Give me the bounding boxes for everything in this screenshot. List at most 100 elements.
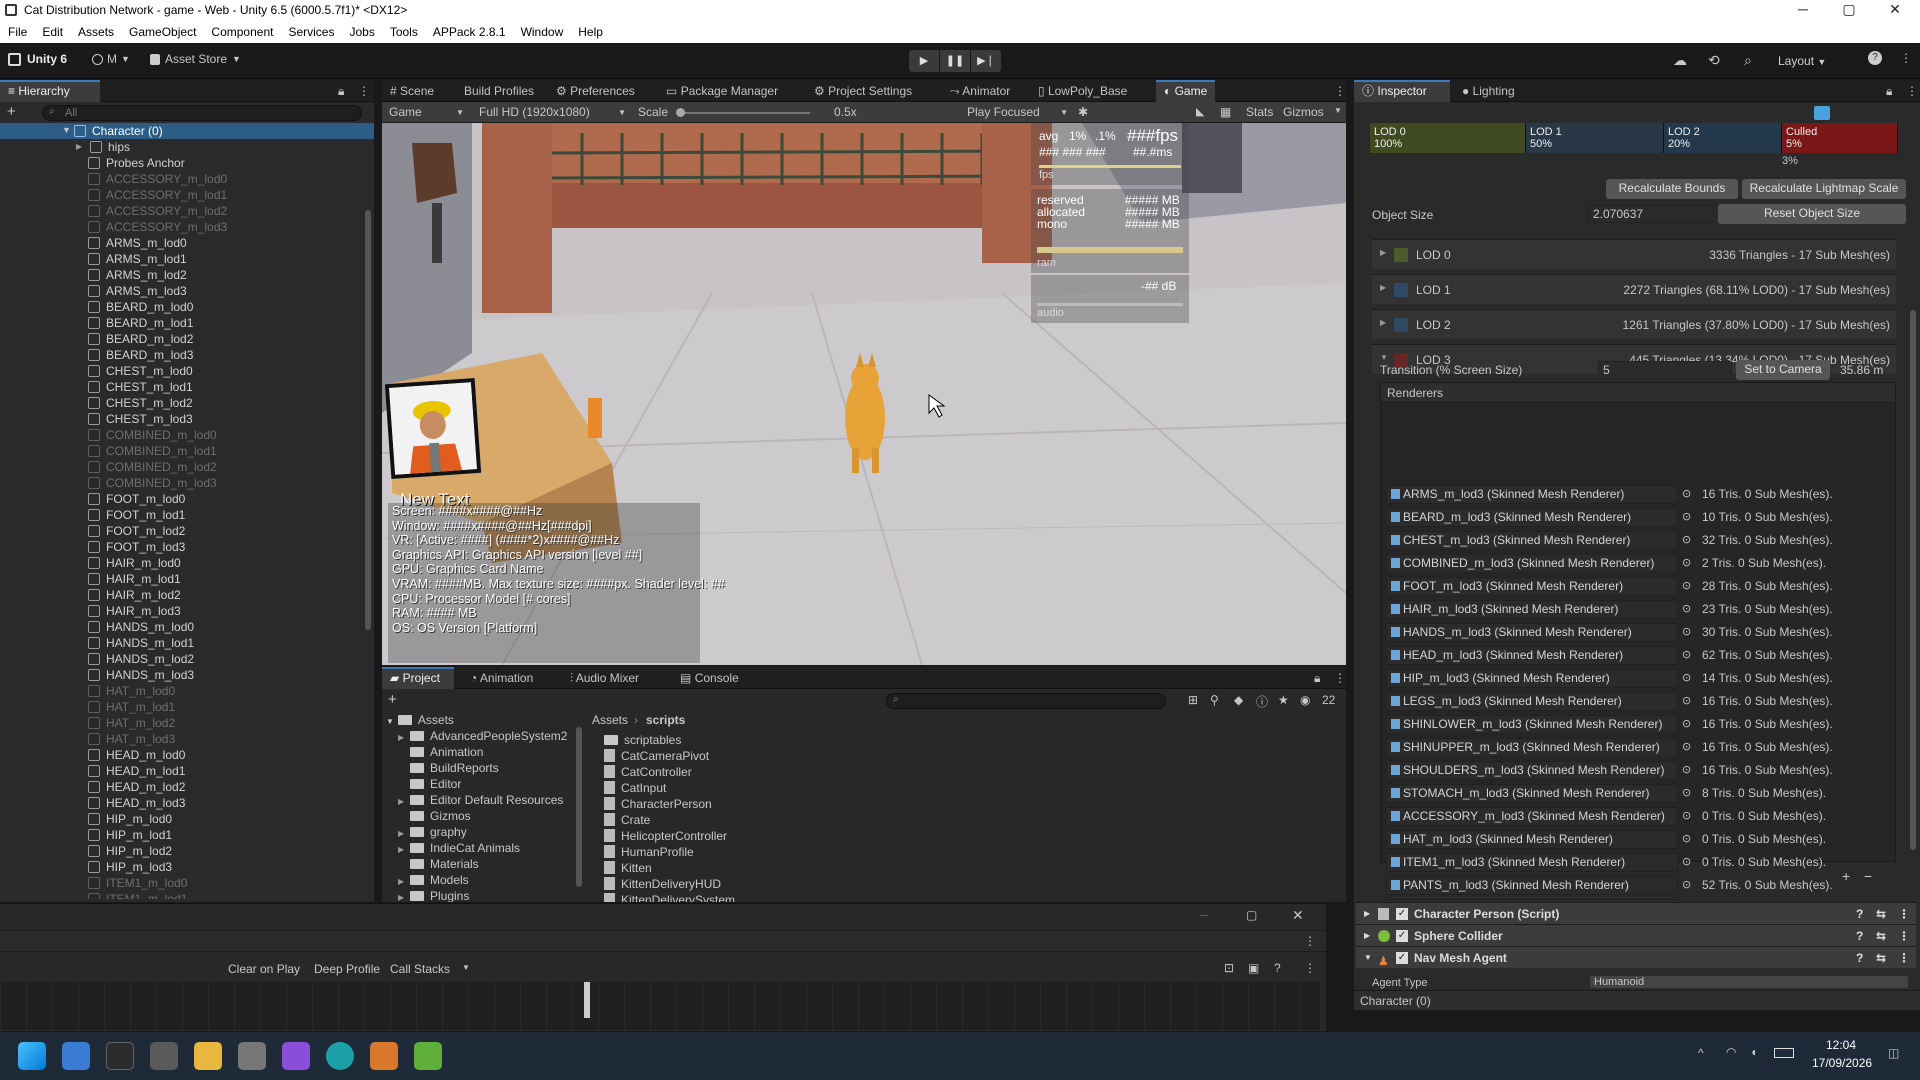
menu-services[interactable]: Services [280, 21, 341, 39]
more-menu-icon[interactable]: ⋮ [1304, 934, 1316, 948]
profiler-load-icon[interactable]: ⊡ [1224, 961, 1234, 975]
photos-app-icon[interactable] [62, 1042, 90, 1070]
scale-slider[interactable] [676, 108, 810, 117]
asset-store-button[interactable]: Asset Store ▼ [150, 52, 241, 66]
hierarchy-row[interactable]: ARMS_m_lod2 [0, 267, 362, 283]
hierarchy-row[interactable]: BEARD_m_lod0 [0, 299, 362, 315]
hierarchy-row[interactable]: FOOT_m_lod0 [0, 491, 362, 507]
more-menu-icon[interactable]: ⋮ [1334, 84, 1346, 98]
component-enabled-checkbox[interactable]: ✓ [1396, 930, 1408, 942]
profiler-timeline[interactable] [0, 982, 1320, 1030]
project-file-item[interactable]: CatInput [604, 780, 666, 796]
object-picker-icon[interactable]: ⊙ [1682, 786, 1691, 799]
clock-time[interactable]: 12:04 [1826, 1038, 1856, 1052]
object-picker-icon[interactable]: ⊙ [1682, 694, 1691, 707]
preset-icon[interactable]: ⇆ [1876, 947, 1886, 969]
help-icon[interactable]: ? [1856, 947, 1863, 969]
hierarchy-row[interactable]: FOOT_m_lod2 [0, 523, 362, 539]
hierarchy-row[interactable]: CHEST_m_lod2 [0, 395, 362, 411]
add-renderer-button[interactable]: + [1842, 868, 1850, 884]
scale-slider-thumb[interactable] [676, 108, 685, 117]
hierarchy-row[interactable]: CHEST_m_lod3 [0, 411, 362, 427]
renderer-object-field[interactable]: FOOT_m_lod3 (Skinned Mesh Renderer) [1386, 577, 1678, 596]
project-file-item[interactable]: scriptables [604, 732, 681, 748]
project-tree-folder[interactable]: Animation [398, 744, 483, 760]
project-file-item[interactable]: CatCameraPivot [604, 748, 709, 764]
hierarchy-row[interactable]: ITEM1_m_lod1 [0, 891, 362, 899]
minimize-button[interactable]: ─ [1200, 908, 1209, 922]
hierarchy-row[interactable]: ARMS_m_lod0 [0, 235, 362, 251]
hierarchy-row[interactable]: HAIR_m_lod2 [0, 587, 362, 603]
hierarchy-row[interactable]: Probes Anchor [0, 155, 362, 171]
step-button[interactable]: ▶❘ [971, 50, 1001, 72]
object-picker-icon[interactable]: ⊙ [1682, 510, 1691, 523]
profiler-frame-marker[interactable] [584, 982, 590, 1018]
object-picker-icon[interactable]: ⊙ [1682, 625, 1691, 638]
tab-preferences[interactable]: ⚙ Preferences [548, 80, 643, 102]
object-picker-icon[interactable]: ⊙ [1682, 556, 1691, 569]
project-tree-folder[interactable]: Editor [398, 776, 461, 792]
project-file-item[interactable]: Kitten [604, 860, 652, 876]
object-picker-icon[interactable]: ⊙ [1682, 533, 1691, 546]
object-picker-icon[interactable]: ⊙ [1682, 602, 1691, 615]
lock-icon[interactable]: 🔒︎ [338, 84, 344, 99]
menu-component[interactable]: Component [203, 21, 280, 39]
breadcrumb-scripts[interactable]: scripts [646, 713, 685, 727]
more-menu-icon[interactable]: ⋮ [358, 84, 370, 98]
account-button[interactable]: M ▼ [92, 52, 130, 66]
add-icon[interactable]: + [7, 103, 16, 120]
hierarchy-row[interactable]: FOOT_m_lod3 [0, 539, 362, 555]
hierarchy-row[interactable]: HIP_m_lod0 [0, 811, 362, 827]
unity-editor-icon[interactable] [238, 1042, 266, 1070]
component-enabled-checkbox[interactable]: ✓ [1396, 952, 1408, 964]
object-picker-icon[interactable]: ⊙ [1682, 855, 1691, 868]
object-picker-icon[interactable]: ⊙ [1682, 740, 1691, 753]
tab-audio-mixer[interactable]: ⫶ Audio Mixer [562, 667, 647, 689]
tab-lowpoly-base[interactable]: ▯ LowPoly_Base [1030, 80, 1135, 102]
hierarchy-row[interactable]: HAIR_m_lod0 [0, 555, 362, 571]
project-tree-folder[interactable]: ▶ graphy [398, 824, 467, 840]
lod-bar-segment[interactable]: Culled 5% [1782, 123, 1898, 153]
label-icon[interactable]: ◆ [1234, 693, 1243, 707]
hierarchy-row[interactable]: CHEST_m_lod0 [0, 363, 362, 379]
renderer-object-field[interactable]: ARMS_m_lod3 (Skinned Mesh Renderer) [1386, 485, 1678, 504]
help-icon[interactable]: ? [1274, 961, 1281, 975]
component-enabled-checkbox[interactable]: ✓ [1396, 908, 1408, 920]
component-sphere-collider[interactable]: ▶ ✓ Sphere Collider ? ⇆ ⋮ [1356, 924, 1916, 946]
object-picker-icon[interactable]: ⊙ [1682, 487, 1691, 500]
filter-icon[interactable]: ⚲ [1210, 693, 1219, 707]
hierarchy-row[interactable]: BEARD_m_lod3 [0, 347, 362, 363]
hierarchy-row[interactable]: HANDS_m_lod3 [0, 667, 362, 683]
hierarchy-row[interactable]: ACCESSORY_m_lod0 [0, 171, 362, 187]
menu-window[interactable]: Window [513, 21, 571, 39]
project-file-item[interactable]: KittenDeliverySystem [604, 892, 735, 902]
tab-animation[interactable]: ◔ Animation [462, 667, 541, 689]
more-menu-icon[interactable]: ⋮ [1898, 903, 1910, 925]
component-character-person[interactable]: ▶ ✓ Character Person (Script) ? ⇆ ⋮ [1356, 902, 1916, 924]
recalculate-lightmap-button[interactable]: Recalculate Lightmap Scale [1742, 179, 1906, 199]
renderer-object-field[interactable]: HANDS_m_lod3 (Skinned Mesh Renderer) [1386, 623, 1678, 642]
renderer-object-field[interactable]: CHEST_m_lod3 (Skinned Mesh Renderer) [1386, 531, 1678, 550]
more-menu-icon[interactable]: ⋮ [1898, 947, 1910, 969]
visibility-icon[interactable]: ◉ [1300, 693, 1310, 707]
hierarchy-row[interactable]: HAIR_m_lod3 [0, 603, 362, 619]
lod-row[interactable]: ▶ LOD 1 2272 Triangles (68.11% LOD0) - 17 … [1372, 274, 1896, 304]
renderer-object-field[interactable]: SHINUPPER_m_lod3 (Skinned Mesh Renderer) [1386, 738, 1678, 757]
history-icon[interactable]: ⟲ [1708, 52, 1720, 69]
claude-app-icon[interactable] [370, 1042, 398, 1070]
hierarchy-row[interactable]: COMBINED_m_lod0 [0, 427, 362, 443]
renderer-object-field[interactable]: HIP_m_lod3 (Skinned Mesh Renderer) [1386, 669, 1678, 688]
project-tree-scrollbar[interactable] [576, 727, 582, 887]
object-picker-icon[interactable]: ⊙ [1682, 763, 1691, 776]
help-icon[interactable]: ? [1856, 903, 1863, 925]
hierarchy-row[interactable]: HEAD_m_lod0 [0, 747, 362, 763]
maximize-button[interactable]: ▢ [1826, 1, 1872, 21]
hierarchy-row[interactable]: ARMS_m_lod1 [0, 251, 362, 267]
preset-icon[interactable]: ⇆ [1876, 925, 1886, 947]
terminal-app-icon[interactable] [106, 1042, 134, 1070]
lock-icon[interactable]: 🔒︎ [1886, 84, 1892, 99]
renderer-object-field[interactable]: PANTS_m_lod3 (Skinned Mesh Renderer) [1386, 876, 1678, 895]
clock-date[interactable]: 17/09/2026 [1812, 1056, 1872, 1070]
gizmos-button[interactable]: Gizmos [1283, 105, 1324, 119]
project-file-item[interactable]: HumanProfile [604, 844, 694, 860]
